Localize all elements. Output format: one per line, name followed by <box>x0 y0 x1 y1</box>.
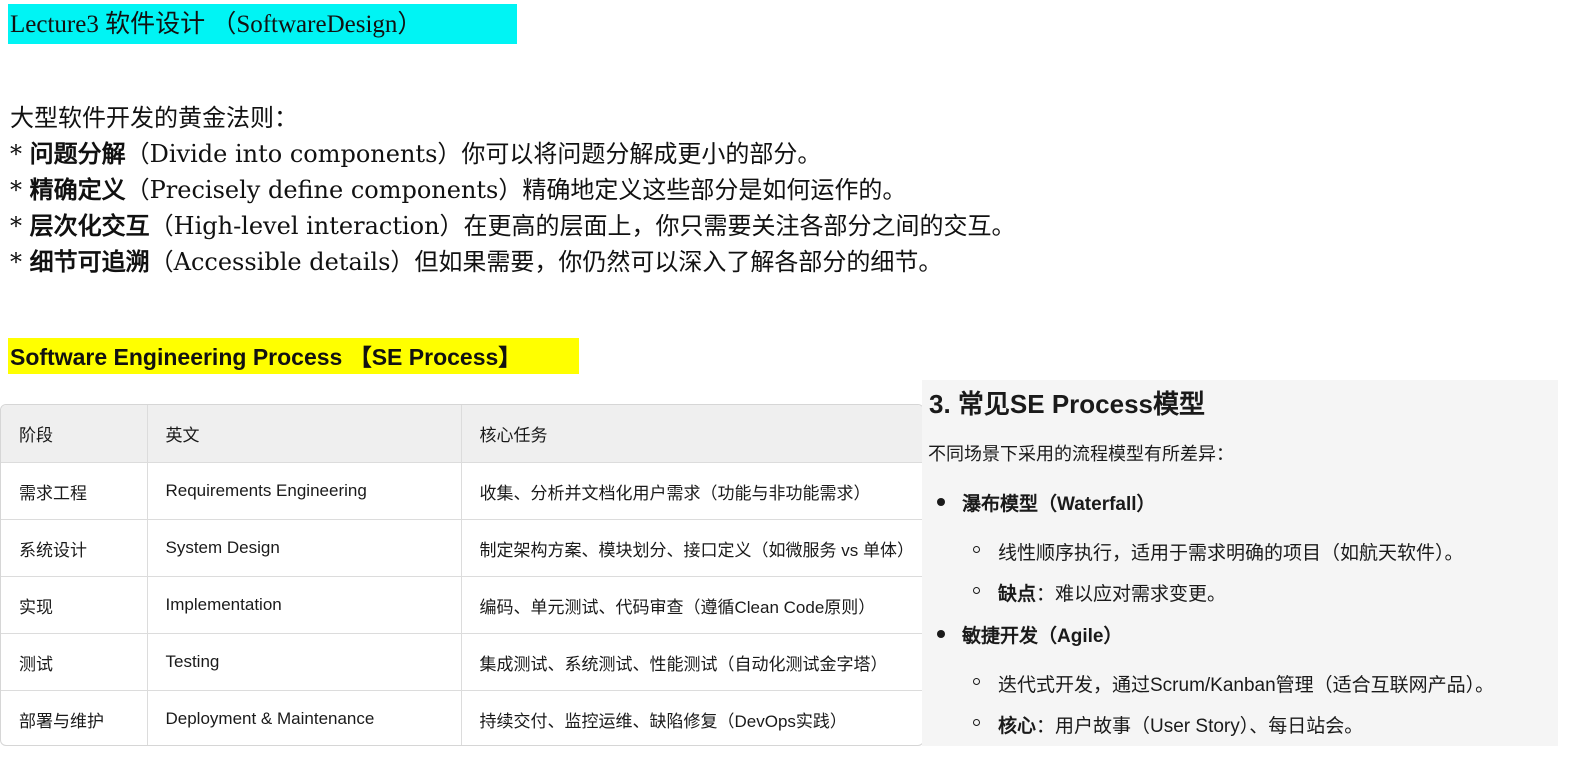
waterfall-title: 瀑布模型（Waterfall） <box>962 494 1156 515</box>
cell-task: 收集、分析并文档化用户需求（功能与非功能需求） <box>461 462 923 520</box>
rule-term: 层次化交互 <box>29 211 150 240</box>
cell-english: Testing <box>147 633 462 691</box>
table-row: 测试 Testing 集成测试、系统测试、性能测试（自动化测试金字塔） <box>1 633 923 691</box>
golden-rules: 大型软件开发的黄金法则： * 问题分解（Divide into componen… <box>10 100 1016 280</box>
bullet-icon <box>937 498 945 506</box>
rule-item: * 细节可追溯（Accessible details）但如果需要，你仍然可以深入… <box>10 244 1016 280</box>
rule-desc: （High-level interaction）在更高的层面上，你只需要关注各部… <box>149 212 1016 240</box>
rules-heading: 大型软件开发的黄金法则： <box>10 104 298 132</box>
header-english: 英文 <box>147 405 462 463</box>
cell-task: 编码、单元测试、代码审查（遵循Clean Code原则） <box>461 576 923 634</box>
sub-bullet-icon <box>973 678 980 685</box>
agile-title: 敏捷开发（Agile） <box>962 626 1123 647</box>
rule-term: 问题分解 <box>29 139 126 168</box>
header-stage: 阶段 <box>1 405 148 463</box>
page-title: Lecture3 软件设计 （SoftwareDesign） <box>8 4 517 44</box>
agile-desc: 迭代式开发，通过Scrum/Kanban管理（适合互联网产品）。 <box>998 675 1495 696</box>
process-models-heading: 3. 常见SE Process模型 <box>929 389 1205 419</box>
rule-bullet: * <box>10 248 30 276</box>
cell-english: Requirements Engineering <box>147 462 462 520</box>
rule-term: 细节可追溯 <box>29 247 150 276</box>
se-process-heading: Software Engineering Process 【SE Process… <box>8 338 579 374</box>
rule-desc: （Precisely define components）精确地定义这些部分是如… <box>125 176 907 204</box>
rule-bullet: * <box>10 212 30 240</box>
header-core-task: 核心任务 <box>461 405 923 463</box>
waterfall-desc: 线性顺序执行，适用于需求明确的项目（如航天软件）。 <box>998 543 1464 564</box>
rule-item: * 精确定义（Precisely define components）精确地定义… <box>10 172 1016 208</box>
table-row: 部署与维护 Deployment & Maintenance 持续交付、监控运维… <box>1 690 923 745</box>
cell-stage: 系统设计 <box>1 519 148 577</box>
table-row: 需求工程 Requirements Engineering 收集、分析并文档化用… <box>1 462 923 520</box>
table-row: 系统设计 System Design 制定架构方案、模块划分、接口定义（如微服务… <box>1 519 923 577</box>
se-process-table: 阶段 英文 核心任务 需求工程 Requirements Engineering… <box>0 404 924 746</box>
cell-english: Deployment & Maintenance <box>147 690 462 745</box>
process-models-panel: 3. 常见SE Process模型 不同场景下采用的流程模型有所差异： 瀑布模型… <box>922 380 1558 746</box>
rule-item: * 问题分解（Divide into components）你可以将问题分解成更… <box>10 136 1016 172</box>
waterfall-drawback: 缺点：难以应对需求变更。 <box>998 584 1227 605</box>
sub-bullet-icon <box>973 719 980 726</box>
rule-desc: （Divide into components）你可以将问题分解成更小的部分。 <box>125 140 822 168</box>
table-row: 实现 Implementation 编码、单元测试、代码审查（遵循Clean C… <box>1 576 923 634</box>
bullet-icon <box>937 630 945 638</box>
cell-task: 制定架构方案、模块划分、接口定义（如微服务 vs 单体） <box>461 519 923 577</box>
cell-english: System Design <box>147 519 462 577</box>
cell-stage: 需求工程 <box>1 462 148 520</box>
rule-term: 精确定义 <box>29 175 126 204</box>
sub-bullet-icon <box>973 587 980 594</box>
rule-item: * 层次化交互（High-level interaction）在更高的层面上，你… <box>10 208 1016 244</box>
agile-core: 核心：用户故事（User Story）、每日站会。 <box>998 716 1364 737</box>
table-header-row: 阶段 英文 核心任务 <box>1 405 923 463</box>
process-models-intro: 不同场景下采用的流程模型有所差异： <box>928 444 1234 464</box>
cell-stage: 部署与维护 <box>1 690 148 745</box>
cell-stage: 实现 <box>1 576 148 634</box>
cell-task: 持续交付、监控运维、缺陷修复（DevOps实践） <box>479 711 847 731</box>
sub-bullet-icon <box>973 546 980 553</box>
cell-stage: 测试 <box>1 633 148 691</box>
rule-bullet: * <box>10 140 30 168</box>
rule-bullet: * <box>10 176 30 204</box>
cell-english: Implementation <box>147 576 462 634</box>
cell-task: 集成测试、系统测试、性能测试（自动化测试金字塔） <box>461 633 923 691</box>
rule-desc: （Accessible details）但如果需要，你仍然可以深入了解各部分的细… <box>149 248 943 276</box>
